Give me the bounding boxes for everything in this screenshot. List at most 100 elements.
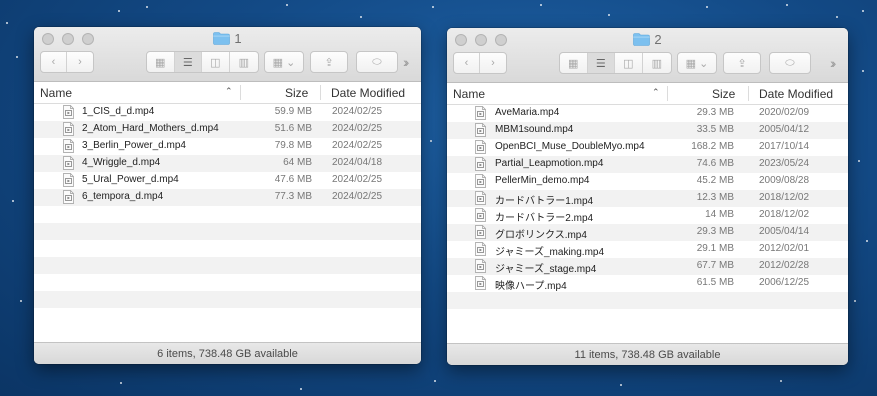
- file-row[interactable]: 5_Ural_Power_d.mp4 47.6 MB 2024/02/25: [34, 172, 421, 189]
- empty-row: [447, 292, 848, 309]
- file-size: 33.5 MB: [696, 124, 734, 135]
- empty-row: [447, 309, 848, 326]
- share-icon[interactable]: ⇪: [310, 51, 348, 73]
- window-titlebar[interactable]: 1 ‹ › ▦ ☰ ◫ ▥ ▦ ⌄ ⇪ ⬭ ››: [34, 27, 421, 82]
- file-row[interactable]: Partial_Leapmotion.mp4 74.6 MB 2023/05/24: [447, 156, 848, 173]
- file-row[interactable]: ジャミーズ_making.mp4 29.1 MB 2012/02/01: [447, 241, 848, 258]
- size-column-header[interactable]: Size: [712, 87, 735, 101]
- file-row[interactable]: ジャミーズ_stage.mp4 67.7 MB 2012/02/28: [447, 258, 848, 275]
- file-size: 67.7 MB: [696, 260, 734, 271]
- file-date: 2005/04/12: [759, 124, 810, 135]
- file-date: 2024/02/25: [332, 106, 383, 117]
- file-size: 29.1 MB: [696, 243, 734, 254]
- finder-window-2[interactable]: 2 ‹ › ▦ ☰ ◫ ▥ ▦ ⌄ ⇪ ⬭ ›› Name ⌃ Size Date Modified AveM…: [447, 28, 848, 365]
- tag-icon[interactable]: ⬭: [769, 52, 811, 74]
- file-date: 2005/04/14: [759, 226, 810, 237]
- nav-buttons: ‹ ›: [453, 52, 507, 74]
- file-row[interactable]: 3_Berlin_Power_d.mp4 79.8 MB 2024/02/25: [34, 138, 421, 155]
- file-row[interactable]: カードバトラー1.mp4 12.3 MB 2018/12/02: [447, 190, 848, 207]
- date-column-header[interactable]: Date Modified: [331, 86, 405, 100]
- video-file-icon: [475, 208, 486, 222]
- status-text: 6 items, 738.48 GB available: [157, 348, 298, 360]
- forward-icon[interactable]: ›: [67, 52, 93, 72]
- back-icon[interactable]: ‹: [454, 53, 481, 73]
- name-column-header[interactable]: Name: [453, 87, 485, 101]
- file-name: 映像ハープ.mp4: [495, 281, 567, 292]
- window-title-text: 1: [234, 31, 242, 46]
- file-name: グロボリンクス.mp4: [495, 230, 587, 241]
- file-name: 4_Wriggle_d.mp4: [82, 157, 161, 168]
- video-file-icon: [475, 191, 486, 205]
- size-column-header[interactable]: Size: [285, 86, 308, 100]
- file-row[interactable]: 6_tempora_d.mp4 77.3 MB 2024/02/25: [34, 189, 421, 206]
- file-date: 2020/02/09: [759, 107, 810, 118]
- column-divider[interactable]: [748, 86, 749, 101]
- file-date: 2017/10/14: [759, 141, 810, 152]
- forward-icon[interactable]: ›: [480, 53, 506, 73]
- empty-row: [34, 206, 421, 223]
- file-date: 2024/02/25: [332, 174, 383, 185]
- file-size: 77.3 MB: [274, 191, 312, 202]
- share-icon[interactable]: ⇪: [723, 52, 761, 74]
- folder-icon: [633, 33, 651, 46]
- file-row[interactable]: AveMaria.mp4 29.3 MB 2020/02/09: [447, 105, 848, 122]
- sort-ascending-icon[interactable]: ⌃: [225, 86, 233, 97]
- name-column-header[interactable]: Name: [40, 86, 72, 100]
- file-row[interactable]: カードバトラー2.mp4 14 MB 2018/12/02: [447, 207, 848, 224]
- column-divider[interactable]: [667, 86, 668, 101]
- file-name: 5_Ural_Power_d.mp4: [82, 174, 179, 185]
- file-row[interactable]: グロボリンクス.mp4 29.3 MB 2005/04/14: [447, 224, 848, 241]
- empty-row: [34, 257, 421, 274]
- file-date: 2018/12/02: [759, 192, 810, 203]
- file-size: 64 MB: [283, 157, 312, 168]
- arrange-icon[interactable]: ▦ ⌄: [677, 52, 717, 74]
- gallery-view-icon[interactable]: ▥: [230, 52, 258, 72]
- video-file-icon: [475, 123, 486, 137]
- empty-row: [34, 291, 421, 308]
- list-view-icon[interactable]: ☰: [587, 53, 616, 73]
- more-icon[interactable]: ››: [403, 54, 410, 70]
- file-name: PellerMin_demo.mp4: [495, 175, 590, 186]
- file-row[interactable]: 4_Wriggle_d.mp4 64 MB 2024/04/18: [34, 155, 421, 172]
- back-icon[interactable]: ‹: [41, 52, 68, 72]
- more-icon[interactable]: ››: [830, 55, 837, 71]
- column-divider[interactable]: [240, 85, 241, 100]
- file-size: 61.5 MB: [696, 277, 734, 288]
- file-date: 2006/12/25: [759, 277, 810, 288]
- list-view-icon[interactable]: ☰: [174, 52, 203, 72]
- finder-window-1[interactable]: 1 ‹ › ▦ ☰ ◫ ▥ ▦ ⌄ ⇪ ⬭ ›› Name ⌃ Size Date Modified 1_CI…: [34, 27, 421, 364]
- empty-row: [34, 308, 421, 325]
- file-row[interactable]: 映像ハープ.mp4 61.5 MB 2006/12/25: [447, 275, 848, 292]
- video-file-icon: [63, 190, 74, 204]
- column-view-icon[interactable]: ◫: [202, 52, 230, 72]
- file-date: 2012/02/01: [759, 243, 810, 254]
- file-size: 47.6 MB: [274, 174, 312, 185]
- file-date: 2024/02/25: [332, 191, 383, 202]
- file-row[interactable]: PellerMin_demo.mp4 45.2 MB 2009/08/28: [447, 173, 848, 190]
- tag-icon[interactable]: ⬭: [356, 51, 398, 73]
- file-size: 59.9 MB: [274, 106, 312, 117]
- file-row[interactable]: 2_Atom_Hard_Mothers_d.mp4 51.6 MB 2024/02/…: [34, 121, 421, 138]
- window-titlebar[interactable]: 2 ‹ › ▦ ☰ ◫ ▥ ▦ ⌄ ⇪ ⬭ ››: [447, 28, 848, 83]
- column-view-icon[interactable]: ◫: [615, 53, 643, 73]
- file-row[interactable]: MBM1sound.mp4 33.5 MB 2005/04/12: [447, 122, 848, 139]
- empty-row: [34, 274, 421, 291]
- arrange-icon[interactable]: ▦ ⌄: [264, 51, 304, 73]
- video-file-icon: [63, 105, 74, 119]
- date-column-header[interactable]: Date Modified: [759, 87, 833, 101]
- file-row[interactable]: 1_CIS_d_d.mp4 59.9 MB 2024/02/25: [34, 104, 421, 121]
- gallery-view-icon[interactable]: ▥: [643, 53, 671, 73]
- icon-view-icon[interactable]: ▦: [147, 52, 175, 72]
- sort-ascending-icon[interactable]: ⌃: [652, 87, 660, 98]
- video-file-icon: [475, 225, 486, 239]
- file-row[interactable]: OpenBCI_Muse_DoubleMyo.mp4 168.2 MB 2017/1…: [447, 139, 848, 156]
- video-file-icon: [63, 139, 74, 153]
- icon-view-icon[interactable]: ▦: [560, 53, 588, 73]
- file-name: 3_Berlin_Power_d.mp4: [82, 140, 186, 151]
- column-divider[interactable]: [320, 85, 321, 100]
- video-file-icon: [63, 156, 74, 170]
- file-name: カードバトラー1.mp4: [495, 196, 594, 207]
- file-date: 2024/04/18: [332, 157, 383, 168]
- column-header: Name ⌃ Size Date Modified: [447, 83, 848, 105]
- file-list: 1_CIS_d_d.mp4 59.9 MB 2024/02/25 2_Atom_Har…: [34, 104, 421, 325]
